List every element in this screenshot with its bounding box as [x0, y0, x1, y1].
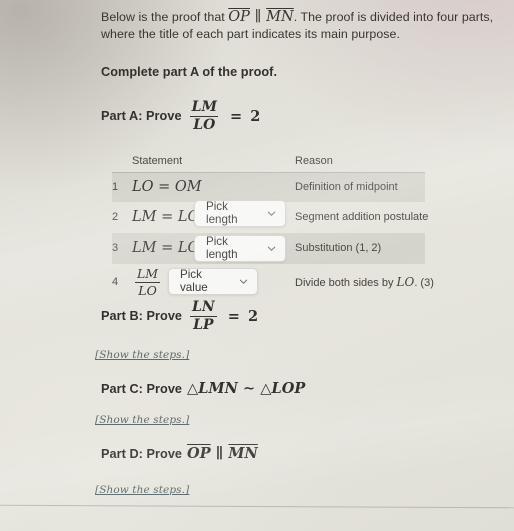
- part-a-value: 2: [250, 107, 261, 125]
- part-d-segment-op: OP: [187, 445, 211, 462]
- part-b-equals: =: [227, 307, 240, 325]
- segment-mn-label: MN: [266, 9, 294, 25]
- part-a-heading: Part A: Prove LM LO = 2: [101, 100, 500, 133]
- segment-op-label: OP: [228, 9, 250, 25]
- row-reason: Substitution (1, 2): [295, 242, 382, 255]
- part-d-parallel-symbol: ∥: [215, 445, 224, 462]
- part-b-heading: Part B: Prove LN LP = 2: [101, 300, 258, 333]
- show-steps-link-b[interactable]: [Show the steps.]: [95, 349, 189, 361]
- table-row: 4 LM LO = Divide both sides by LO. (3) P…: [112, 264, 434, 301]
- pick-length-dropdown-row3[interactable]: Pick length: [194, 234, 286, 262]
- table-header-row: Statement Reason: [112, 155, 425, 173]
- dropdown-value: Pick value: [180, 268, 208, 295]
- intro-text-lead: Below is the proof that: [101, 10, 229, 24]
- part-b-label: Part B: Prove: [101, 309, 183, 324]
- header-number: [112, 155, 132, 167]
- row4-fraction-numerator: LM: [137, 266, 159, 282]
- intro-paragraph: Below is the proof that OP ∥ MN. The pro…: [101, 9, 500, 42]
- pick-value-dropdown-row4[interactable]: Pick value: [168, 267, 258, 295]
- row-reason: Segment addition postulate: [295, 211, 429, 224]
- part-a-fraction-denominator: LO: [190, 115, 219, 133]
- part-a-fraction-numerator: LM: [191, 99, 218, 115]
- header-statement: Statement: [132, 154, 183, 167]
- part-a-label: Part A: Prove: [101, 109, 182, 124]
- row4-reason-math: LO: [396, 275, 415, 290]
- part-a-equals: =: [230, 107, 243, 125]
- part-b-fraction: LN LP: [189, 300, 218, 333]
- part-c-heading: Part C: Prove △LMN ∼ △LOP: [101, 380, 305, 397]
- table-row: 3 LM = LO+ Substitution (1, 2) Pick leng…: [112, 232, 425, 264]
- row4-fraction: LM LO: [134, 267, 161, 297]
- dropdown-value: Pick length: [206, 235, 238, 262]
- part-b-fraction-numerator: LN: [192, 299, 215, 315]
- chevron-down-icon: [267, 244, 276, 253]
- row-number: 2: [112, 211, 119, 224]
- show-steps-link-d[interactable]: [Show the steps.]: [95, 484, 189, 496]
- worksheet-content: Below is the proof that OP ∥ MN. The pro…: [0, 0, 514, 509]
- row4-fraction-denominator: LO: [135, 281, 160, 297]
- row-statement: LO = OM: [132, 179, 202, 196]
- row-reason: Divide both sides by LO. (3): [295, 275, 434, 289]
- row-reason: Definition of midpoint: [295, 181, 398, 194]
- chevron-down-icon: [267, 209, 276, 218]
- part-d-segment-mn: MN: [228, 445, 258, 462]
- task-prompt: Complete part A of the proof.: [101, 65, 278, 79]
- part-d-heading: Part D: Prove OP ∥ MN: [101, 445, 258, 462]
- parallel-symbol: ∥: [254, 9, 262, 25]
- part-b-value: 2: [247, 307, 259, 325]
- table-row: 2 LM = LO+ Segment addition postulate Pi…: [112, 199, 429, 233]
- part-c-label: Part C: Prove: [101, 381, 183, 396]
- row4-reason-lead: Divide both sides by: [295, 277, 397, 290]
- header-reason: Reason: [295, 154, 333, 167]
- part-b-fraction-denominator: LP: [190, 315, 217, 333]
- proof-table: Statement Reason 1 LO = OM Definition of…: [112, 155, 434, 301]
- dropdown-value: Pick length: [206, 200, 238, 227]
- row-number: 1: [112, 181, 119, 194]
- part-a-fraction: LM LO: [189, 100, 220, 133]
- part-d-label: Part D: Prove: [101, 446, 183, 461]
- part-c-statement: △LMN ∼ △LOP: [187, 380, 306, 397]
- show-steps-link-c[interactable]: [Show the steps.]: [95, 414, 189, 426]
- table-row: 1 LO = OM Definition of midpoint: [112, 172, 425, 202]
- pick-length-dropdown-row2[interactable]: Pick length: [194, 199, 286, 227]
- row4-reason-tail: . (3): [414, 277, 434, 290]
- row-number: 4: [112, 276, 119, 289]
- row-number: 3: [112, 242, 119, 255]
- chevron-down-icon: [239, 277, 248, 286]
